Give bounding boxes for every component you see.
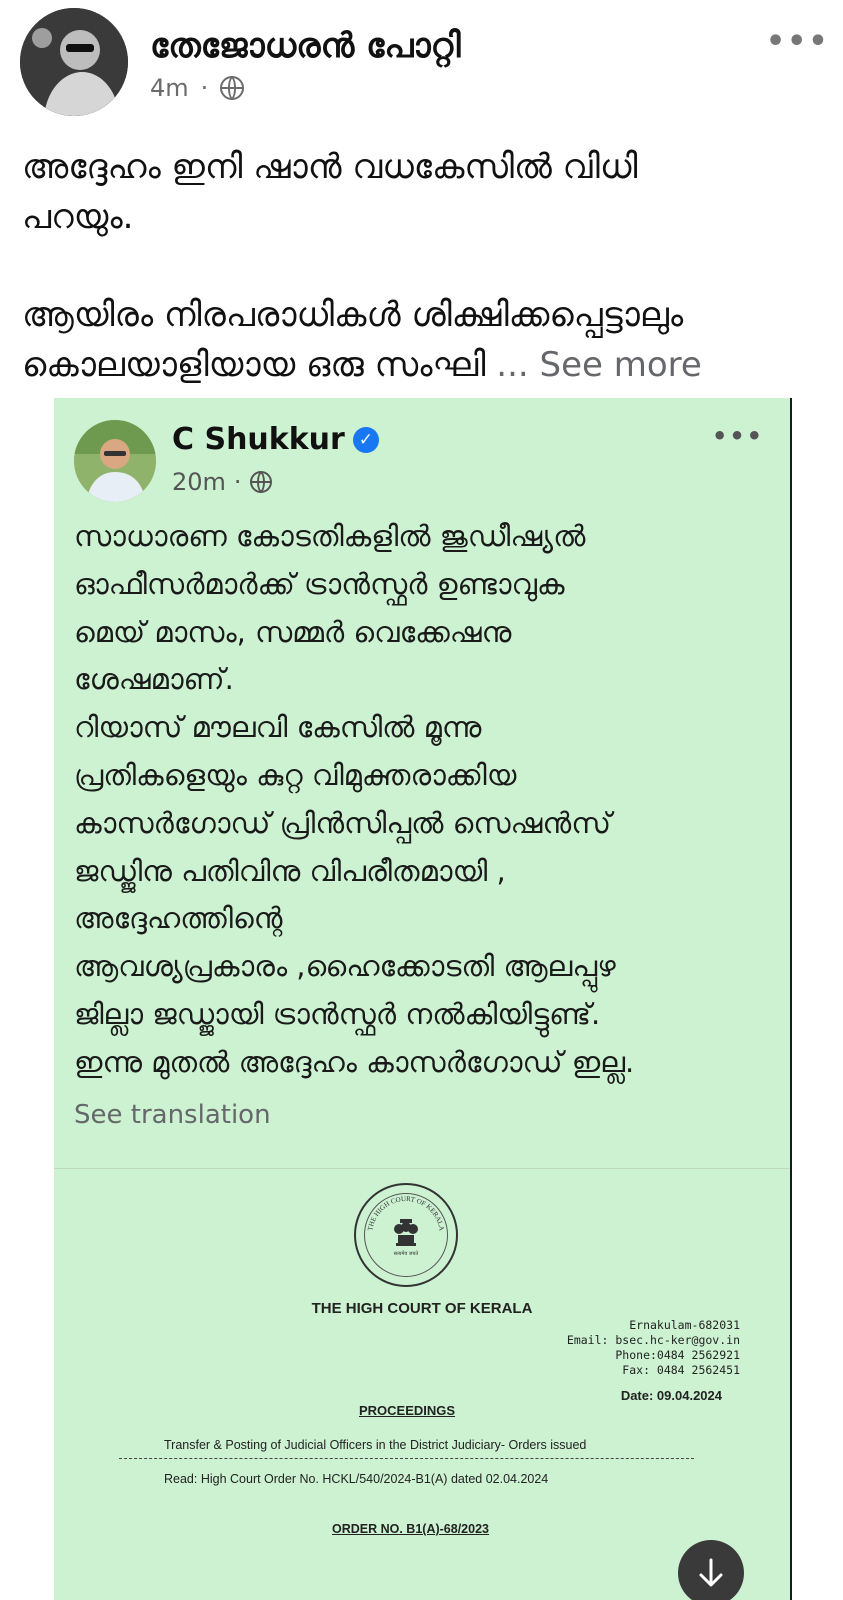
shared-text-line: സാധാരണ കോടതികളിൽ ജുഡീഷ്യൽ <box>74 519 586 553</box>
download-button[interactable] <box>678 1540 744 1600</box>
shared-text-line: ആവശ്യപ്രകാരം ,ഹൈക്കോടതി ആലപ്പുഴ <box>74 949 616 984</box>
author-avatar[interactable] <box>20 8 128 116</box>
globe-icon <box>220 76 245 100</box>
see-more-link[interactable]: ... See more <box>496 345 702 385</box>
post-time[interactable]: 4m <box>150 74 189 102</box>
divider <box>54 1168 790 1169</box>
meta-separator: · <box>233 468 242 496</box>
arrow-down-icon <box>699 1558 723 1587</box>
document-divider <box>119 1458 694 1459</box>
post-text-line: പറയും. <box>22 197 134 237</box>
post-more-options-icon[interactable]: ••• <box>766 27 830 57</box>
shared-text-line: മെയ് മാസം, സമ്മർ വെക്കേഷനു <box>74 614 512 649</box>
document-order-no: ORDER NO. B1(A)-68/2023 <box>332 1522 489 1536</box>
post-author-name[interactable]: തേജോധരൻ പോറ്റി <box>150 26 461 66</box>
shared-text-line: ഓഫീസർമാർക്ക് ട്രാൻസ്ഫർ ഉണ്ടാവുക <box>74 566 565 601</box>
shared-more-options-icon[interactable]: ••• <box>712 424 764 448</box>
document-read: Read: High Court Order No. HCKL/540/2024… <box>164 1472 549 1486</box>
avatar-photo-icon <box>20 8 128 116</box>
shared-post-card[interactable]: C Shukkur ✓ 20m · ••• സാധാരണ കോടതികളിൽ ജ… <box>54 398 792 1600</box>
shared-text-line: അദ്ദേഹത്തിന്റെ <box>74 901 283 936</box>
meta-separator: · <box>200 74 209 102</box>
shared-text-line: പ്രതികളെയും കുറ്റ വിമുക്തരാക്കിയ <box>74 757 517 792</box>
shared-text-line: ജഡ്ജിനു പതിവിനു വിപരീതമായി , <box>74 853 506 888</box>
document-date: Date: 09.04.2024 <box>620 1388 722 1403</box>
shared-post-text: സാധാരണ കോടതികളിൽ ജുഡീഷ്യൽ ഓഫീസർമാർക്ക് ട… <box>74 513 774 1087</box>
address-line: Email: bsec.hc-ker@gov.in <box>566 1333 740 1347</box>
shared-text-line: ശേഷമാണ്. <box>74 662 234 697</box>
shared-time[interactable]: 20m <box>172 468 226 496</box>
address-line: Ernakulam-682031 <box>629 1318 740 1332</box>
document-title: THE HIGH COURT OF KERALA <box>311 1300 533 1317</box>
document-subject: Transfer & Posting of Judicial Officers … <box>164 1438 587 1452</box>
address-line: Fax: 0484 2562451 <box>622 1363 740 1377</box>
post-text-line: ആയിരം നിരപരാധികൾ ശിക്ഷിക്കപ്പെട്ടാലും <box>22 295 684 335</box>
address-line: Phone:0484 2562921 <box>615 1348 740 1362</box>
shared-text-line: കാസർഗോഡ് പ്രിൻസിപ്പൽ സെഷൻസ് <box>74 805 611 840</box>
post-text-last: കൊലയാളിയായ ഒരു സംഘി <box>22 345 486 385</box>
document-proceedings: PROCEEDINGS <box>359 1403 456 1418</box>
avatar-photo-icon <box>74 420 156 502</box>
document-address: Ernakulam-682031 Email: bsec.hc-ker@gov.… <box>567 1318 740 1378</box>
shared-text-line: ഇന്നു മുതൽ അദ്ദേഹം കാസർഗോഡ് ഇല്ല. <box>74 1044 635 1079</box>
shared-author-avatar[interactable] <box>74 420 156 502</box>
shared-author: C Shukkur ✓ <box>172 422 379 457</box>
post-text-line: കൊലയാളിയായ ഒരു സംഘി ... See more <box>22 340 822 390</box>
shared-meta: 20m · <box>172 468 272 496</box>
seal-text-bottom: सत्यमेव जयते <box>394 1250 419 1257</box>
shared-author-name[interactable]: C Shukkur <box>172 422 345 457</box>
see-translation-link[interactable]: See translation <box>74 1100 271 1130</box>
globe-icon <box>249 471 272 493</box>
shared-text-line: ജില്ലാ ജഡ്ജായി ട്രാൻസ്ഫർ നൽകിയിട്ടുണ്ട്. <box>74 996 601 1031</box>
shared-text-line: റിയാസ് മൗലവി കേസിൽ മൂന്നു <box>74 710 482 745</box>
high-court-seal-icon: THE HIGH COURT OF KERALA सत्यमेव जयते <box>354 1183 458 1287</box>
verified-badge-icon: ✓ <box>352 426 379 453</box>
post-text-line: അദ്ദേഹം ഇനി ഷാൻ വധകേസിൽ വിധി <box>22 147 638 187</box>
post-meta: 4m · <box>150 74 245 102</box>
post-text: അദ്ദേഹം ഇനി ഷാൻ വധകേസിൽ വിധി പറയും. ആയിര… <box>22 142 822 390</box>
